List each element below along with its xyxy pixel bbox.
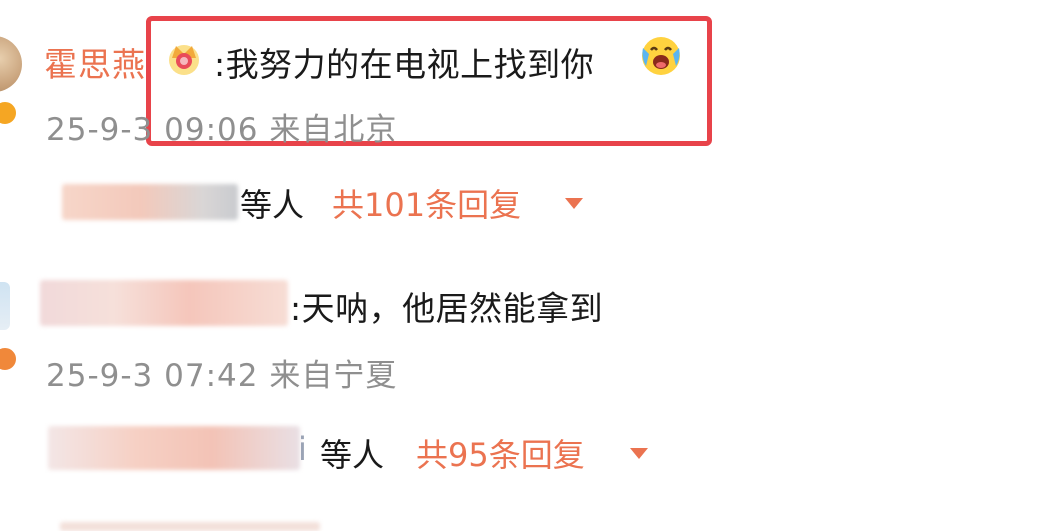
blurred-username <box>40 280 288 326</box>
verified-badge-icon <box>0 100 18 126</box>
avatar[interactable] <box>0 36 22 92</box>
comment-date: 25-9-3 <box>46 112 154 148</box>
comment-time: 07:42 <box>164 358 259 394</box>
blurred-reply-names <box>62 184 238 220</box>
comment-username[interactable]: 霍思燕 <box>44 38 146 86</box>
verified-badge-icon <box>0 346 18 372</box>
comment-time: 09:06 <box>164 112 259 148</box>
comment-date: 25-9-3 <box>46 358 154 394</box>
comment-meta: 25-9-3 09:06 来自北京 <box>46 104 397 149</box>
reply-who-suffix: i <box>298 430 307 468</box>
blurred-reply-names <box>48 426 300 470</box>
comment-meta: 25-9-3 07:42 来自宁夏 <box>46 350 397 395</box>
reply-who[interactable]: 等人 <box>240 180 304 226</box>
comment-text: :天呐，他居然能拿到 <box>290 289 604 328</box>
comment-location: 来自宁夏 <box>269 358 398 394</box>
comment-thread: 霍思燕 :我努力的在电视上找到你 25-9-3 09:06 来自北京 等人 共1… <box>0 0 1043 531</box>
reply-count-link[interactable]: 共101条回复 <box>332 180 521 226</box>
avatar[interactable] <box>0 282 10 330</box>
chevron-down-icon[interactable] <box>630 448 648 459</box>
reply-count-link[interactable]: 共95条回复 <box>416 430 585 476</box>
reply-who[interactable]: 等人 <box>320 430 384 476</box>
blurred-next-item <box>60 522 320 531</box>
chevron-down-icon[interactable] <box>565 198 583 209</box>
comment-location: 来自北京 <box>269 112 398 148</box>
